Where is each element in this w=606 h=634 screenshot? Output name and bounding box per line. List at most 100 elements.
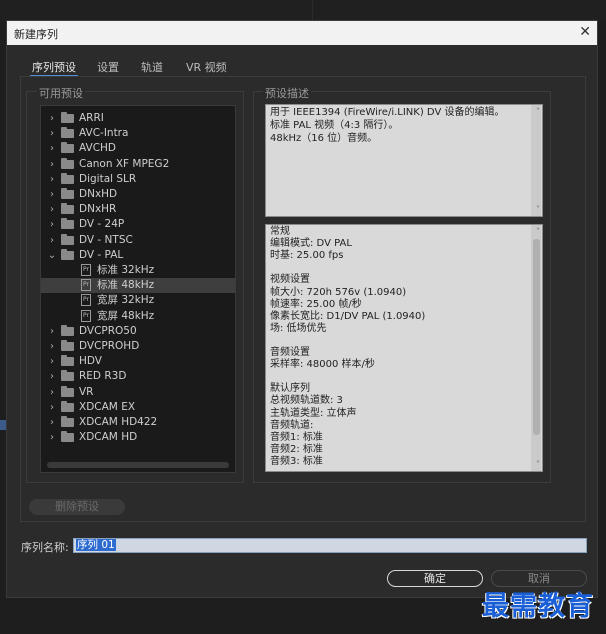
- chevron-right-icon[interactable]: ›: [47, 430, 57, 445]
- folder-icon: [61, 248, 74, 260]
- preset-file-icon: Pr: [81, 309, 91, 322]
- scroll-up-icon[interactable]: ˄: [536, 106, 540, 119]
- scroll-up-icon[interactable]: ˄: [536, 226, 540, 239]
- preset-folder[interactable]: › RED R3D: [41, 369, 235, 384]
- tab-vr-video[interactable]: VR 视频: [186, 59, 227, 75]
- chevron-right-icon[interactable]: ›: [47, 400, 57, 415]
- preset-folder[interactable]: › Digital SLR: [41, 172, 235, 187]
- scroll-down-icon[interactable]: ˅: [536, 204, 540, 216]
- preset-folder[interactable]: › DV - 24P: [41, 217, 235, 232]
- preset-item[interactable]: Pr 宽屏 48kHz: [41, 309, 235, 324]
- chevron-right-icon[interactable]: ›: [47, 141, 57, 156]
- chevron-right-icon[interactable]: ›: [47, 233, 57, 248]
- preset-folder-label: XDCAM EX: [79, 400, 136, 413]
- preset-item[interactable]: Pr 宽屏 32kHz: [41, 293, 235, 308]
- preset-item[interactable]: Pr 标准 48kHz: [41, 278, 235, 294]
- preset-folder-label: DVCPRO50: [79, 324, 137, 337]
- description-scrollbar[interactable]: [531, 105, 541, 216]
- preset-folder[interactable]: › DNxHR: [41, 202, 235, 217]
- details-scroll-thumb[interactable]: [533, 239, 540, 435]
- chevron-right-icon[interactable]: ›: [47, 369, 57, 384]
- background-divider: [312, 0, 313, 20]
- chevron-right-icon[interactable]: ›: [47, 157, 57, 172]
- details-line: 音频1: 标准: [270, 431, 323, 443]
- preset-folder-label: RED R3D: [79, 370, 127, 383]
- scroll-down-icon[interactable]: ˅: [536, 459, 540, 471]
- preset-item-label: 标准 48kHz: [97, 279, 155, 292]
- chevron-right-icon[interactable]: ›: [47, 354, 57, 369]
- preset-folder[interactable]: › DVCPROHD: [41, 339, 235, 354]
- chevron-right-icon[interactable]: ›: [47, 324, 57, 339]
- preset-folder-label: AVCHD: [79, 142, 117, 155]
- preset-folder[interactable]: › XDCAM EX: [41, 400, 235, 415]
- folder-icon: [61, 157, 74, 169]
- preset-folder-label: DNxHD: [79, 188, 118, 200]
- close-icon[interactable]: ✕: [579, 24, 591, 40]
- delete-preset-button[interactable]: 删除预设: [29, 499, 125, 515]
- preset-folder[interactable]: › DV - NTSC: [41, 233, 235, 248]
- preset-folder[interactable]: › DVCPRO50: [41, 324, 235, 339]
- preset-description-box[interactable]: 用于 IEEE1394 (FireWire/i.LINK) DV 设备的编辑。 …: [265, 104, 543, 217]
- chevron-right-icon[interactable]: ›: [47, 385, 57, 400]
- tab-sequence-presets[interactable]: 序列预设: [32, 59, 76, 75]
- preset-folder-label: DV - NTSC: [79, 233, 133, 246]
- preset-item[interactable]: Pr 标准 32kHz: [41, 263, 235, 278]
- preset-folder[interactable]: › AVCHD: [41, 141, 235, 156]
- folder-icon: [61, 142, 74, 154]
- preset-details-box[interactable]: 常规 编辑模式: DV PAL 时基: 25.00 fps 视频设置 帧大小: 7…: [265, 224, 543, 472]
- preset-folder[interactable]: ⌄ DV - PAL: [41, 248, 235, 263]
- preset-folder[interactable]: › DNxHD: [41, 187, 235, 202]
- preset-folder[interactable]: › XDCAM HD: [41, 430, 235, 445]
- preset-tree[interactable]: › ARRI › AVC-Intra › AVCHD › Canon XF MPEG2 › Dig…: [40, 105, 236, 473]
- preset-folder-label: DNxHR: [79, 203, 117, 216]
- preset-folder[interactable]: › Canon XF MPEG2: [41, 157, 235, 172]
- tab-settings[interactable]: 设置: [97, 59, 119, 75]
- sequence-name-input[interactable]: 序列 01: [73, 538, 587, 553]
- preset-folder-label: Canon XF MPEG2: [79, 157, 170, 170]
- chevron-down-icon[interactable]: ⌄: [47, 248, 57, 263]
- folder-icon: [61, 324, 74, 336]
- description-line: 标准 PAL 视频（4:3 隔行）。: [270, 120, 399, 131]
- preset-folder-label: DV - PAL: [79, 248, 124, 261]
- tab-tracks[interactable]: 轨道: [141, 59, 163, 75]
- preset-folder-label: XDCAM HD: [79, 431, 138, 444]
- preset-item-label: 宽屏 48kHz: [97, 309, 155, 322]
- details-line: 像素长宽比: D1/DV PAL (1.0940): [270, 310, 426, 322]
- preset-file-icon: Pr: [81, 264, 91, 276]
- preset-folder[interactable]: › AVC-Intra: [41, 126, 235, 141]
- chevron-right-icon[interactable]: ›: [47, 202, 57, 217]
- preset-folder[interactable]: › HDV: [41, 354, 235, 369]
- preset-folder-label: DVCPROHD: [79, 340, 140, 352]
- watermark-logo: 最需教育: [482, 591, 594, 622]
- folder-icon: [61, 385, 74, 397]
- available-presets-label: 可用预设: [37, 85, 85, 101]
- folder-icon: [61, 416, 74, 427]
- chevron-right-icon[interactable]: ›: [47, 172, 57, 187]
- folder-icon: [61, 112, 74, 123]
- description-line: 用于 IEEE1394 (FireWire/i.LINK) DV 设备的编辑。: [270, 107, 505, 118]
- chevron-right-icon[interactable]: ›: [47, 126, 57, 141]
- folder-icon: [61, 172, 74, 184]
- preset-folder-label: Digital SLR: [79, 172, 137, 185]
- ok-button[interactable]: 确定: [387, 570, 483, 587]
- folder-icon: [61, 188, 74, 199]
- preset-folder-label: ARRI: [79, 112, 104, 124]
- details-line: 场: 低场优先: [270, 322, 327, 334]
- details-line: 音频2: 标准: [270, 443, 323, 455]
- preset-folder-label: AVC-Intra: [79, 127, 129, 140]
- chevron-right-icon[interactable]: ›: [47, 415, 57, 430]
- preset-folder[interactable]: › VR: [41, 385, 235, 400]
- folder-icon: [61, 431, 74, 443]
- details-line: 总视频轨道数: 3: [270, 395, 343, 407]
- description-line: 48kHz（16 位）音频。: [270, 133, 378, 144]
- chevron-right-icon[interactable]: ›: [47, 187, 57, 202]
- background-app-bar: [0, 0, 606, 20]
- preset-folder[interactable]: › XDCAM HD422: [41, 415, 235, 430]
- chevron-right-icon[interactable]: ›: [47, 339, 57, 354]
- sequence-name-value: 序列 01: [76, 539, 116, 551]
- chevron-right-icon[interactable]: ›: [47, 111, 57, 126]
- chevron-right-icon[interactable]: ›: [47, 217, 57, 232]
- details-line: 编辑模式: DV PAL: [270, 238, 352, 250]
- horizontal-scrollbar[interactable]: [47, 462, 229, 468]
- preset-folder[interactable]: › ARRI: [41, 111, 235, 126]
